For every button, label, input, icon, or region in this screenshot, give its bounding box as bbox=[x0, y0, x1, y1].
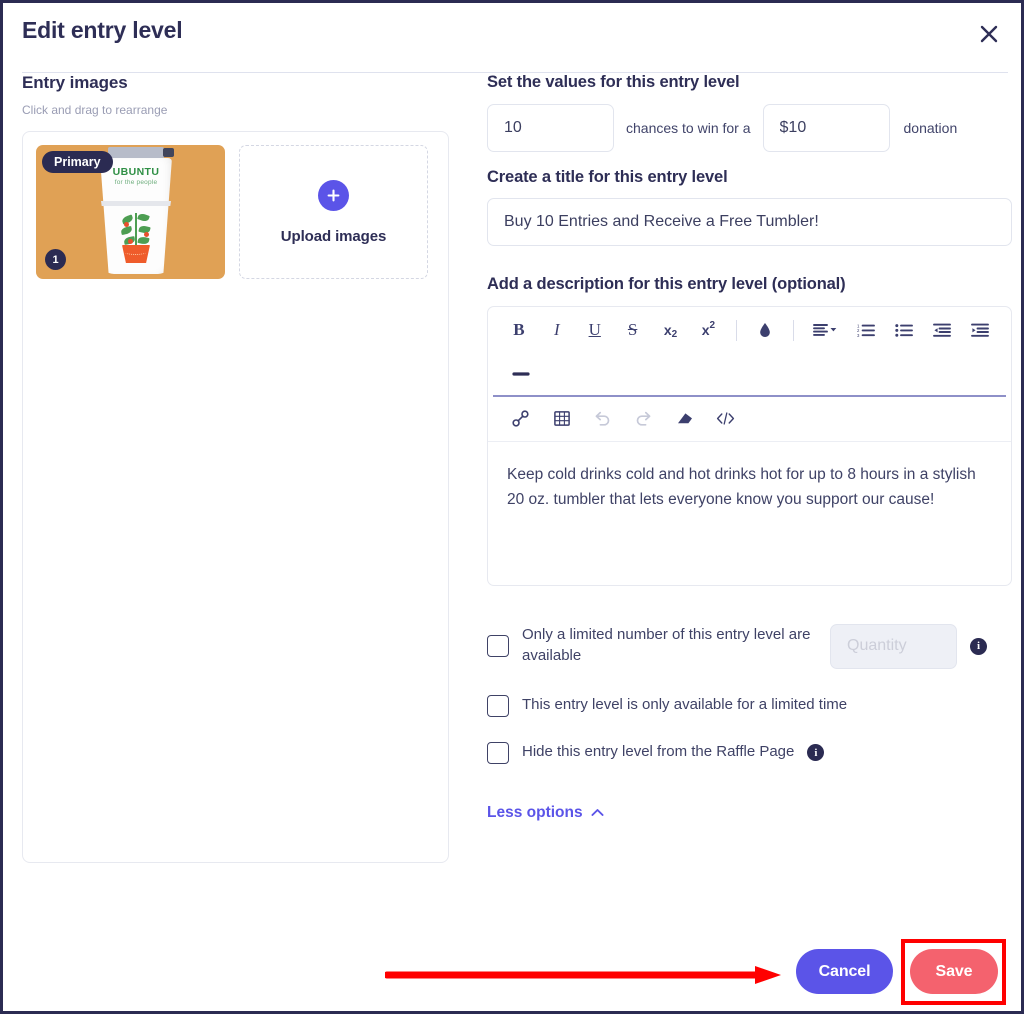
tumbler-lid-tab bbox=[163, 148, 174, 157]
rich-text-editor: B I U S x2 x2 1 2 3 Keep cold drinks col… bbox=[487, 306, 1012, 586]
unordered-list-icon[interactable] bbox=[885, 314, 923, 346]
limited-quantity-checkbox[interactable] bbox=[487, 635, 509, 657]
code-view-icon[interactable] bbox=[705, 403, 746, 435]
chevron-up-icon bbox=[591, 804, 604, 822]
tumbler-band bbox=[101, 201, 171, 206]
align-left-icon[interactable] bbox=[803, 314, 847, 346]
pointer-arrow-annotation bbox=[385, 966, 781, 984]
editor-toolbar-row-2 bbox=[488, 353, 1011, 395]
entry-images-column: Entry images Click and drag to rearrange… bbox=[22, 73, 467, 863]
plant-berry bbox=[128, 239, 133, 244]
page-title: Edit entry level bbox=[22, 17, 183, 43]
link-icon[interactable] bbox=[500, 403, 541, 435]
subscript-icon[interactable]: x2 bbox=[652, 314, 690, 346]
upload-images-button[interactable]: Upload images bbox=[239, 145, 428, 279]
entries-count-input[interactable] bbox=[487, 104, 614, 152]
italic-icon[interactable]: I bbox=[538, 314, 576, 346]
limited-time-checkbox[interactable] bbox=[487, 694, 509, 717]
hide-entry-level-checkbox[interactable] bbox=[487, 741, 509, 764]
entry-level-options: Only a limited number of this entry leve… bbox=[487, 623, 1012, 764]
values-section-label: Set the values for this entry level bbox=[487, 73, 740, 91]
modal-body: Entry images Click and drag to rearrange… bbox=[3, 73, 1021, 943]
text-color-icon[interactable] bbox=[746, 314, 784, 346]
svg-text:3: 3 bbox=[857, 333, 860, 337]
entry-images-hint: Click and drag to rearrange bbox=[22, 103, 168, 117]
bold-icon[interactable]: B bbox=[500, 314, 538, 346]
editor-toolbar-row-1: B I U S x2 x2 1 2 3 bbox=[488, 307, 1011, 353]
limited-time-option-row: This entry level is only available for a… bbox=[487, 694, 1012, 717]
values-row: chances to win for a donation bbox=[487, 104, 1012, 152]
horizontal-rule-icon[interactable] bbox=[500, 358, 541, 390]
close-icon[interactable] bbox=[972, 17, 1006, 51]
redo-icon[interactable] bbox=[623, 403, 664, 435]
superscript-icon[interactable]: x2 bbox=[689, 314, 727, 346]
chances-to-win-text: chances to win for a bbox=[626, 120, 751, 136]
ordered-list-icon[interactable]: 1 2 3 bbox=[847, 314, 885, 346]
limited-quantity-label: Only a limited number of this entry leve… bbox=[522, 626, 811, 664]
edit-entry-level-modal: Edit entry level Entry images Click and … bbox=[0, 0, 1024, 1014]
plant-berry bbox=[144, 232, 149, 237]
donation-text: donation bbox=[903, 120, 958, 136]
entry-images-panel: Primary 1 UBUNTU for the people Upload i… bbox=[22, 131, 449, 863]
entry-level-title-input[interactable] bbox=[487, 198, 1012, 246]
plant-berry bbox=[124, 222, 129, 227]
strikethrough-icon[interactable]: S bbox=[614, 314, 652, 346]
cancel-button[interactable]: Cancel bbox=[796, 949, 893, 994]
less-options-toggle[interactable]: Less options bbox=[487, 804, 604, 822]
image-order-badge: 1 bbox=[45, 249, 66, 270]
entry-image-thumbnail[interactable]: Primary 1 UBUNTU for the people bbox=[36, 145, 225, 279]
donation-amount-input[interactable] bbox=[762, 104, 890, 152]
modal-header: Edit entry level bbox=[3, 3, 1021, 73]
primary-badge: Primary bbox=[42, 151, 113, 173]
table-icon[interactable] bbox=[541, 403, 582, 435]
title-section-label: Create a title for this entry level bbox=[487, 168, 728, 186]
hide-entry-level-option-row: Hide this entry level from the Raffle Pa… bbox=[487, 741, 1012, 764]
editor-toolbar-row-3 bbox=[488, 397, 1011, 441]
less-options-label: Less options bbox=[487, 803, 583, 821]
plus-icon bbox=[318, 179, 349, 211]
artwork-tagline-text: for the people bbox=[114, 179, 158, 186]
tumbler-lid bbox=[108, 147, 164, 159]
hide-entry-level-label: Hide this entry level from the Raffle Pa… bbox=[522, 743, 795, 761]
toolbar-separator bbox=[793, 319, 795, 341]
limited-time-label: This entry level is only available for a… bbox=[522, 696, 848, 714]
underline-icon[interactable]: U bbox=[576, 314, 614, 346]
quantity-input[interactable] bbox=[830, 623, 957, 669]
entry-images-heading: Entry images bbox=[22, 73, 128, 92]
description-section-label: Add a description for this entry level (… bbox=[487, 275, 846, 293]
indent-icon[interactable] bbox=[961, 314, 999, 346]
entry-level-form-column: Set the values for this entry level chan… bbox=[487, 73, 1012, 822]
quantity-info-icon[interactable]: i bbox=[970, 637, 987, 655]
modal-footer: Cancel Save bbox=[3, 936, 1021, 1008]
plant-pot-detail bbox=[125, 250, 146, 255]
toolbar-separator bbox=[736, 319, 738, 341]
outdent-icon[interactable] bbox=[923, 314, 961, 346]
limited-quantity-option-row: Only a limited number of this entry leve… bbox=[487, 623, 1012, 669]
clear-formatting-icon[interactable] bbox=[664, 403, 705, 435]
hide-entry-level-info-icon[interactable]: i bbox=[807, 744, 825, 761]
undo-icon[interactable] bbox=[582, 403, 623, 435]
save-button[interactable]: Save bbox=[910, 949, 998, 994]
description-editor-area[interactable]: Keep cold drinks cold and hot drinks hot… bbox=[488, 440, 1011, 585]
upload-images-label: Upload images bbox=[280, 227, 387, 245]
